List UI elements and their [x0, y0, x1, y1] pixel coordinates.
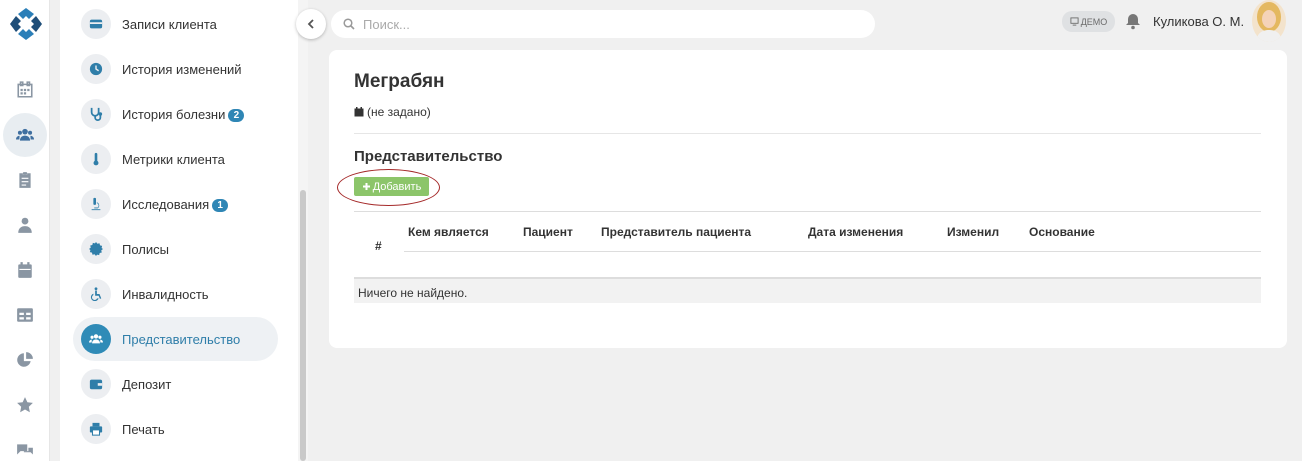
clients-nav-button[interactable] — [3, 113, 47, 157]
avatar[interactable] — [1252, 0, 1286, 42]
count-badge: 2 — [228, 108, 245, 122]
clock-icon — [81, 54, 111, 84]
sidebar-item-print[interactable]: Печать — [73, 407, 278, 451]
bell-icon[interactable] — [1124, 12, 1142, 30]
reports-nav-button[interactable] — [3, 338, 47, 382]
sidebar-item-label: Метрики клиента — [122, 151, 225, 167]
table-icon — [17, 308, 33, 322]
stethoscope-icon — [81, 99, 111, 129]
staff-nav-button[interactable] — [3, 203, 47, 247]
sidebar-scrollbar[interactable] — [298, 0, 308, 461]
empty-table-message: Ничего не найдено. — [354, 279, 1261, 303]
sidebar-item-label: Записи клиента — [122, 16, 217, 32]
column-header-date-changed[interactable]: Дата изменения — [808, 225, 903, 239]
sidebar-item-label: Полисы — [122, 241, 169, 257]
microscope-icon — [81, 189, 111, 219]
add-button[interactable]: Добавить — [354, 177, 429, 196]
client-card: Меграбян (не задано) Представительство Д… — [329, 50, 1287, 348]
pie-chart-icon — [17, 352, 33, 367]
users-icon — [16, 128, 34, 141]
sidebar-item-label: Исследования 1 — [122, 197, 229, 212]
sidebar-item-client-metrics[interactable]: Метрики клиента — [73, 137, 278, 181]
sidebar-item-policies[interactable]: Полисы — [73, 227, 278, 271]
search-input[interactable] — [363, 16, 843, 32]
sidebar-item-label: Представительство — [122, 331, 241, 347]
certificate-icon — [81, 234, 111, 264]
add-button-label: Добавить — [372, 180, 422, 193]
doctor-icon — [18, 217, 32, 233]
tables-nav-button[interactable] — [3, 293, 47, 337]
sidebar-item-label: Инвалидность — [122, 286, 209, 302]
calendar-icon — [354, 107, 364, 117]
search-icon — [343, 18, 355, 30]
sidebar-item-label: Печать — [122, 421, 165, 437]
card-icon — [81, 9, 111, 39]
main-nav-rail — [0, 0, 50, 461]
column-header-number[interactable]: # — [375, 239, 382, 253]
demo-badge: ДЕМО — [1062, 11, 1115, 32]
sidebar-item-label: История изменений — [122, 61, 242, 77]
wheelchair-icon — [81, 279, 111, 309]
sidebar-item-label: История болезни 2 — [122, 107, 245, 122]
schedule-nav-button[interactable] — [3, 248, 47, 292]
calendar-icon — [17, 81, 33, 98]
client-name: Меграбян — [354, 71, 445, 92]
sidebar-item-disability[interactable]: Инвалидность — [73, 272, 278, 316]
wallet-icon — [81, 369, 111, 399]
sidebar-item-label: Депозит — [122, 376, 172, 392]
printer-icon — [81, 414, 111, 444]
chat-nav-button[interactable] — [3, 428, 47, 461]
column-header-changed-by[interactable]: Изменил — [947, 225, 999, 239]
chevron-left-icon — [307, 19, 314, 29]
column-header-basis[interactable]: Основание — [1029, 225, 1095, 239]
calendar-nav-button[interactable] — [3, 68, 47, 112]
client-section-nav: Записи клиента История изменений История… — [60, 0, 300, 461]
table-header-divider — [404, 251, 1261, 252]
sidebar-item-medical-history[interactable]: История болезни 2 — [73, 92, 278, 136]
favorites-nav-button[interactable] — [3, 383, 47, 427]
collapse-sidebar-button[interactable] — [296, 9, 326, 39]
star-icon — [17, 397, 33, 413]
sidebar-item-representation[interactable]: Представительство — [73, 317, 278, 361]
monitor-icon — [1070, 17, 1079, 26]
thermometer-icon — [81, 144, 111, 174]
tasks-nav-button[interactable] — [3, 158, 47, 202]
user-name[interactable]: Куликова О. М. — [1153, 14, 1244, 29]
plus-icon — [362, 183, 370, 190]
app-logo[interactable] — [7, 5, 45, 43]
clipboard-icon — [19, 172, 31, 188]
column-header-representative[interactable]: Представитель пациента — [601, 225, 751, 239]
calendar-alt-icon — [18, 262, 32, 278]
column-header-patient[interactable]: Пациент — [523, 225, 573, 239]
users-icon — [81, 324, 111, 354]
table-top-border — [354, 211, 1261, 212]
divider — [354, 133, 1261, 134]
sidebar-item-change-history[interactable]: История изменений — [73, 47, 278, 91]
birth-date: (не задано) — [354, 105, 431, 119]
demo-label: ДЕМО — [1080, 16, 1108, 27]
sidebar-item-deposit[interactable]: Депозит — [73, 362, 278, 406]
column-header-role[interactable]: Кем является — [408, 225, 489, 239]
search-bar — [331, 10, 875, 38]
count-badge: 1 — [212, 198, 229, 212]
birth-date-value: (не задано) — [367, 105, 431, 119]
sidebar-item-research[interactable]: Исследования 1 — [73, 182, 278, 226]
section-title: Представительство — [354, 148, 503, 165]
sidebar-item-client-records[interactable]: Записи клиента — [73, 2, 278, 46]
sidebar-scrollbar-thumb[interactable] — [300, 190, 306, 461]
chat-icon — [17, 444, 33, 455]
